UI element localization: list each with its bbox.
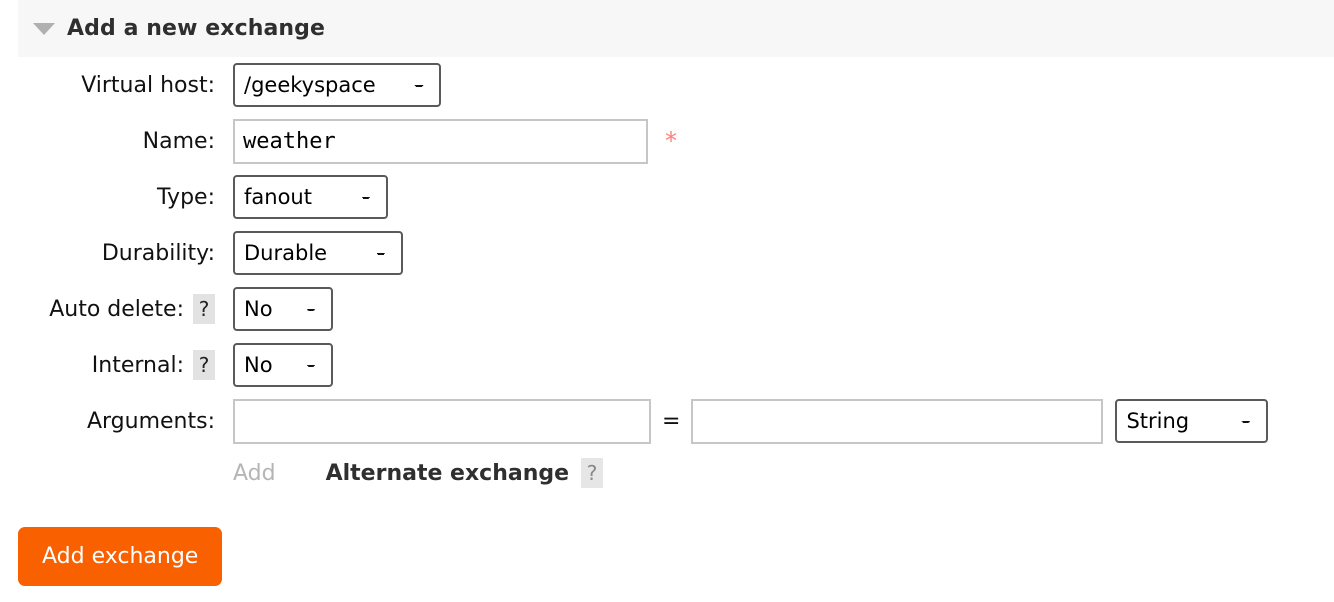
add-exchange-button[interactable]: Add exchange	[18, 527, 223, 586]
triangle-down-icon[interactable]	[33, 22, 55, 35]
auto-delete-select[interactable]: No	[233, 287, 333, 331]
page-title: Add a new exchange	[67, 16, 326, 41]
durability-label: Durability:	[101, 240, 215, 266]
alternate-exchange-help-icon[interactable]: ?	[581, 458, 604, 488]
form-row-virtual-host: Virtual host: /geekyspace	[0, 57, 1334, 113]
label-cell-name: Name:	[0, 129, 215, 154]
form-row-durability: Durability: Durable	[0, 225, 1334, 281]
durability-select[interactable]: Durable	[233, 231, 403, 275]
control-cell-internal: No	[215, 343, 333, 387]
internal-select[interactable]: No	[233, 343, 333, 387]
label-cell-durability: Durability:	[0, 241, 215, 266]
virtual-host-label: Virtual host:	[81, 72, 215, 98]
required-asterisk: *	[665, 127, 677, 155]
control-cell-durability: Durable	[215, 231, 403, 275]
section-header[interactable]: Add a new exchange	[18, 0, 1334, 57]
control-cell-name: *	[215, 118, 677, 164]
add-argument-link[interactable]: Add	[233, 461, 276, 486]
label-cell-arguments: Arguments:	[0, 409, 215, 434]
label-cell-type: Type:	[0, 185, 215, 210]
arguments-label: Arguments:	[86, 408, 215, 434]
name-label: Name:	[142, 128, 215, 154]
alternate-exchange-label[interactable]: Alternate exchange	[326, 461, 569, 486]
form-row-internal: Internal: ? No	[0, 337, 1334, 393]
virtual-host-select[interactable]: /geekyspace	[233, 63, 441, 107]
argument-key-input[interactable]	[233, 398, 651, 444]
arguments-actions-row: Add Alternate exchange ?	[0, 449, 1334, 497]
type-select[interactable]: fanout	[233, 175, 388, 219]
form-row-type: Type: fanout	[0, 169, 1334, 225]
control-cell-auto-delete: No	[215, 287, 333, 331]
auto-delete-label: Auto delete:	[49, 296, 184, 322]
label-cell-virtual-host: Virtual host:	[0, 73, 215, 98]
auto-delete-help-icon[interactable]: ?	[193, 294, 215, 324]
control-cell-arguments: = String	[215, 398, 1269, 444]
internal-label: Internal:	[91, 352, 184, 378]
internal-help-icon[interactable]: ?	[193, 350, 215, 380]
argument-type-select[interactable]: String	[1115, 399, 1269, 443]
form-row-arguments: Arguments: = String	[0, 393, 1334, 449]
form-row-name: Name: *	[0, 113, 1334, 169]
label-cell-internal: Internal: ?	[0, 350, 215, 380]
submit-area: Add exchange	[18, 527, 223, 586]
argument-value-input[interactable]	[691, 398, 1104, 444]
control-cell-virtual-host: /geekyspace	[215, 63, 441, 107]
type-label: Type:	[157, 184, 215, 210]
add-exchange-form: Virtual host: /geekyspace Name: * Type: …	[0, 57, 1334, 497]
name-input[interactable]	[233, 118, 648, 164]
form-row-auto-delete: Auto delete: ? No	[0, 281, 1334, 337]
control-cell-type: fanout	[215, 175, 388, 219]
equals-separator: =	[662, 408, 681, 434]
label-cell-auto-delete: Auto delete: ?	[0, 294, 215, 324]
